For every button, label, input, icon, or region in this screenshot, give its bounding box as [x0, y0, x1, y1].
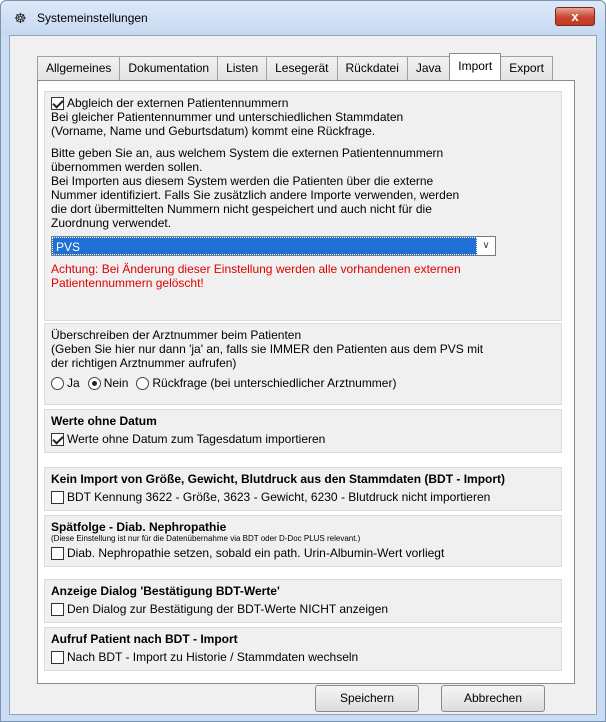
patient-number-sync-checkbox[interactable]: [51, 96, 64, 110]
tab-dokumentation[interactable]: Dokumentation: [119, 56, 219, 80]
chevron-down-icon[interactable]: ∨: [477, 237, 495, 255]
no-import-vitals-row[interactable]: BDT Kennung 3622 - Größe, 3623 - Gewicht…: [51, 490, 555, 504]
no-import-vitals-title: Kein Import von Größe, Gewicht, Blutdruc…: [51, 472, 506, 486]
bdt-confirm-dialog-checkbox[interactable]: [51, 602, 64, 616]
patient-number-sync-label: Abgleich der externen Patientennummern: [67, 96, 289, 110]
values-without-date-title: Werte ohne Datum: [51, 414, 157, 428]
close-button[interactable]: x: [555, 7, 595, 26]
tab-export[interactable]: Export: [500, 56, 553, 80]
patient-after-import-checkbox[interactable]: [51, 650, 64, 664]
diab-nephropathy-note: (Diese Einstellung ist nur für die Daten…: [51, 534, 361, 543]
app-icon: ☸: [14, 10, 27, 26]
diab-nephropathy-checkbox[interactable]: [51, 546, 64, 560]
section-doctor-number: Überschreiben der Arztnummer beim Patien…: [44, 323, 562, 405]
bdt-confirm-dialog-label: Den Dialog zur Bestätigung der BDT-Werte…: [67, 602, 389, 616]
diab-nephropathy-title: Spätfolge - Diab. Nephropathie: [51, 520, 227, 534]
info-text-4: übernommen werden sollen.: [51, 160, 203, 174]
cancel-button[interactable]: Abbrechen: [441, 685, 545, 712]
tab-java[interactable]: Java: [406, 56, 451, 80]
radio-nein[interactable]: [87, 376, 101, 390]
tab-allgemeines[interactable]: Allgemeines: [37, 56, 121, 80]
info-text-3: Bitte geben Sie an, aus welchem System d…: [51, 146, 444, 160]
tab-lesegeraet[interactable]: Lesegerät: [266, 56, 338, 80]
tab-rueckdatei[interactable]: Rückdatei: [336, 56, 408, 80]
bdt-confirm-dialog-title: Anzeige Dialog 'Bestätigung BDT-Werte': [51, 584, 280, 598]
values-without-date-row[interactable]: Werte ohne Datum zum Tagesdatum importie…: [51, 432, 555, 446]
source-system-select[interactable]: PVS ∨: [51, 236, 496, 256]
section-patient-after-import: Aufruf Patient nach BDT - Import Nach BD…: [44, 627, 562, 671]
doctor-number-text-2: der richtigen Arztnummer aufrufen): [51, 356, 237, 370]
values-without-date-checkbox[interactable]: [51, 432, 64, 446]
tab-listen[interactable]: Listen: [217, 56, 268, 80]
diab-nephropathy-row[interactable]: Diab. Nephropathie setzen, sobald ein pa…: [51, 546, 555, 560]
section-values-without-date: Werte ohne Datum Werte ohne Datum zum Ta…: [44, 409, 562, 453]
source-system-value: PVS: [52, 237, 477, 255]
tab-import[interactable]: Import: [449, 53, 502, 80]
info-text-1: Bei gleicher Patientennummer und untersc…: [51, 110, 404, 124]
no-import-vitals-checkbox[interactable]: [51, 490, 64, 504]
info-text-7: die dort übermittelten Nummern nicht ges…: [51, 202, 432, 216]
patient-after-import-label: Nach BDT - Import zu Historie / Stammdat…: [67, 650, 359, 664]
info-text-6: Nummer identifiziert. Falls Sie zusätzli…: [51, 188, 460, 202]
diab-nephropathy-label: Diab. Nephropathie setzen, sobald ein pa…: [67, 546, 445, 560]
values-without-date-label: Werte ohne Datum zum Tagesdatum importie…: [67, 432, 326, 446]
info-text-8: Zuordnung verwendet.: [51, 216, 172, 230]
radio-ja[interactable]: [51, 376, 64, 390]
patient-after-import-title: Aufruf Patient nach BDT - Import: [51, 632, 238, 646]
radio-nein-label: Nein: [103, 376, 129, 390]
info-text-2: (Vorname, Name und Geburtsdatum) kommt e…: [51, 124, 376, 138]
section-bdt-confirm-dialog: Anzeige Dialog 'Bestätigung BDT-Werte' D…: [44, 579, 562, 623]
info-text-5: Bei Importen aus diesem System werden di…: [51, 174, 434, 188]
warning-text-1: Achtung: Bei Änderung dieser Einstellung…: [51, 262, 461, 276]
radio-rueckfrage-label: Rückfrage (bei unterschiedlicher Arztnum…: [152, 376, 397, 390]
doctor-number-radio-group: Ja Nein Rückfrage (bei unterschiedlicher…: [51, 376, 555, 390]
patient-after-import-row[interactable]: Nach BDT - Import zu Historie / Stammdat…: [51, 650, 555, 664]
dialog-client-area: Allgemeines Dokumentation Listen Leseger…: [9, 35, 597, 715]
bdt-confirm-dialog-row[interactable]: Den Dialog zur Bestätigung der BDT-Werte…: [51, 602, 555, 616]
section-patient-number-sync: Abgleich der externen Patientennummern B…: [44, 91, 562, 321]
section-diab-nephropathy: Spätfolge - Diab. Nephropathie (Diese Ei…: [44, 515, 562, 567]
no-import-vitals-label: BDT Kennung 3622 - Größe, 3623 - Gewicht…: [67, 490, 491, 504]
radio-rueckfrage[interactable]: [136, 376, 150, 390]
settings-window: ☸ Systemeinstellungen x Allgemeines Doku…: [0, 0, 606, 722]
save-button[interactable]: Speichern: [315, 685, 419, 712]
doctor-number-title: Überschreiben der Arztnummer beim Patien…: [51, 328, 302, 342]
section-no-import-vitals: Kein Import von Größe, Gewicht, Blutdruc…: [44, 467, 562, 511]
radio-ja-label: Ja: [67, 376, 80, 390]
window-title: Systemeinstellungen: [37, 11, 148, 25]
checkbox-row-patient-number[interactable]: Abgleich der externen Patientennummern: [51, 96, 555, 110]
tab-bar: Allgemeines Dokumentation Listen Leseger…: [37, 53, 553, 80]
warning-text-2: Patientennummern gelöscht!: [51, 276, 204, 290]
doctor-number-text-1: (Geben Sie hier nur dann 'ja' an, falls …: [51, 342, 484, 356]
title-bar: ☸ Systemeinstellungen x: [1, 1, 605, 35]
